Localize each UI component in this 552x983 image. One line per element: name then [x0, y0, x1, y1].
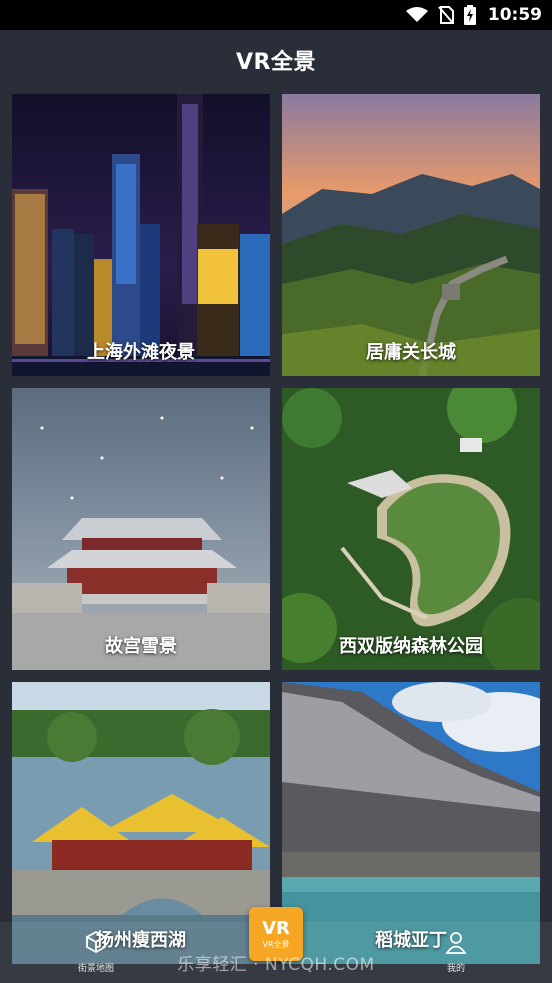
card-title: 故宫雪景 [105, 636, 177, 657]
card-title: 西双版纳森林公园 [339, 636, 483, 657]
battery-charging-icon [463, 5, 476, 25]
wifi-icon [405, 7, 428, 23]
panorama-card-juyongguan[interactable]: 居庸关长城 [282, 94, 540, 376]
no-sim-icon [438, 6, 454, 24]
vr-icon: VR [262, 917, 290, 939]
great-wall-image [282, 94, 540, 376]
panorama-card-shanghai-bund[interactable]: 上海外滩夜景 [12, 94, 270, 376]
shanghai-night-image [12, 94, 270, 376]
status-time: 10:59 [487, 5, 542, 25]
nav-vr-label: VR全景 [262, 939, 290, 949]
card-title: 上海外滩夜景 [87, 342, 195, 363]
panorama-card-xishuangbanna[interactable]: 西双版纳森林公园 [282, 388, 540, 670]
panorama-grid: 上海外滩夜景 居庸关长城 故宫雪景 西双版纳森林公园 扬州瘦西湖 稻城亚丁 [12, 94, 540, 964]
app-header: VR全景 [0, 30, 552, 90]
panorama-card-forbidden-city[interactable]: 故宫雪景 [12, 388, 270, 670]
forest-park-image [282, 388, 540, 670]
card-title: 居庸关长城 [366, 342, 456, 363]
page-title: VR全景 [236, 50, 316, 75]
forbidden-city-snow-image [12, 388, 270, 670]
watermark: 乐享轻汇 · NYCQH.COM [177, 955, 375, 975]
status-bar: 10:59 [0, 0, 552, 30]
